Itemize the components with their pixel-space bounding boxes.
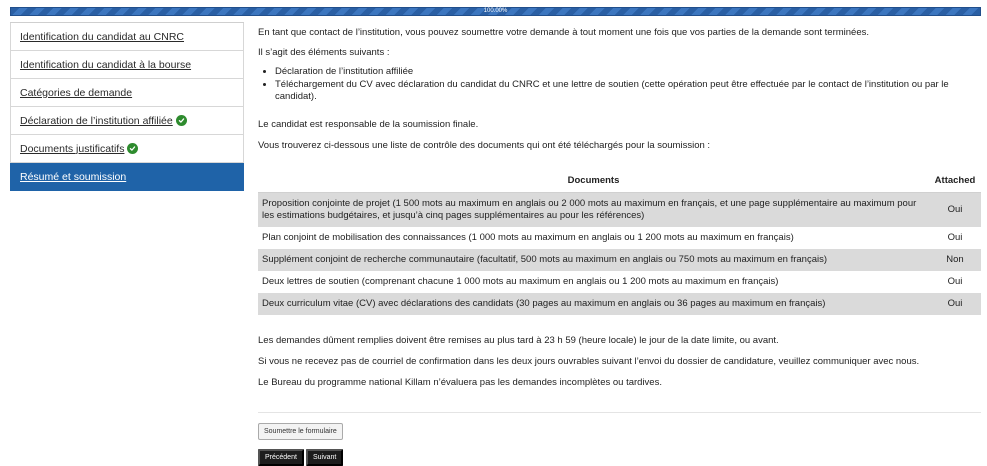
bureau-note: Le Bureau du programme national Killam n… xyxy=(258,377,662,388)
document-cell: Proposition conjointe de projet (1 500 m… xyxy=(258,192,929,227)
sidebar-item-label: Identification du candidat au CNRC xyxy=(20,30,185,43)
sidebar-item-declaration[interactable]: Déclaration de l’institution affiliée xyxy=(10,107,244,135)
progress-label: 100.00% xyxy=(483,8,508,14)
sidebar-item-categories[interactable]: Catégories de demande xyxy=(10,79,244,107)
attached-cell: Oui xyxy=(929,292,981,315)
elements-heading: Il s’agit des éléments suivants : xyxy=(258,47,390,58)
document-cell: Deux lettres de soutien (comprenant chac… xyxy=(258,270,929,293)
table-row: Deux lettres de soutien (comprenant chac… xyxy=(258,270,981,293)
table-row: Supplément conjoint de recherche communa… xyxy=(258,248,981,271)
attached-cell: Oui xyxy=(929,226,981,249)
document-cell: Supplément conjoint de recherche communa… xyxy=(258,248,929,271)
column-header-documents: Documents xyxy=(258,170,929,193)
sidebar-item-identification-cnrc[interactable]: Identification du candidat au CNRC xyxy=(10,23,244,51)
document-cell: Deux curriculum vitae (CV) avec déclarat… xyxy=(258,292,929,315)
sidebar-item-resume-submission[interactable]: Résumé et soumission xyxy=(10,163,244,191)
sidebar-item-identification-bourse[interactable]: Identification du candidat à la bourse xyxy=(10,51,244,79)
sidebar-item-label: Déclaration de l’institution affiliée xyxy=(20,114,173,127)
sidebar-item-label: Catégories de demande xyxy=(20,86,133,99)
deadline-note: Les demandes dûment remplies doivent êtr… xyxy=(258,335,779,346)
sidebar-nav: Identification du candidat au CNRC Ident… xyxy=(10,22,244,191)
check-circle-icon xyxy=(175,115,187,126)
section-divider xyxy=(258,412,981,413)
column-header-attached: Attached xyxy=(929,170,981,193)
list-item: Déclaration de l’institution affiliée xyxy=(275,66,973,78)
progress-bar: 100.00% xyxy=(10,7,981,16)
submit-form-button[interactable]: Soumettre le formulaire xyxy=(258,423,343,440)
attached-cell: Non xyxy=(929,248,981,271)
list-item: Téléchargement du CV avec déclaration du… xyxy=(275,79,973,103)
confirmation-note: Si vous ne recevez pas de courriel de co… xyxy=(258,356,920,367)
sidebar-item-label: Identification du candidat à la bourse xyxy=(20,58,192,71)
previous-button[interactable]: Précédent xyxy=(258,449,304,466)
attached-cell: Oui xyxy=(929,192,981,227)
sidebar-item-label: Résumé et soumission xyxy=(20,170,127,183)
elements-list: Déclaration de l’institution affiliée Té… xyxy=(258,65,973,104)
intro-text: En tant que contact de l’institution, vo… xyxy=(258,27,869,38)
table-row: Proposition conjointe de projet (1 500 m… xyxy=(258,192,981,227)
final-submission-note: Le candidat est responsable de la soumis… xyxy=(258,119,479,130)
document-cell: Plan conjoint de mobilisation des connai… xyxy=(258,226,929,249)
table-row: Plan conjoint de mobilisation des connai… xyxy=(258,226,981,249)
checklist-intro: Vous trouverez ci-dessous une liste de c… xyxy=(258,140,711,151)
check-circle-icon xyxy=(127,143,139,154)
sidebar-item-documents[interactable]: Documents justificatifs xyxy=(10,135,244,163)
sidebar-item-label: Documents justificatifs xyxy=(20,142,125,155)
table-row: Deux curriculum vitae (CV) avec déclarat… xyxy=(258,292,981,315)
documents-table: Documents Attached Proposition conjointe… xyxy=(258,170,981,315)
attached-cell: Oui xyxy=(929,270,981,293)
next-button[interactable]: Suivant xyxy=(306,449,344,466)
